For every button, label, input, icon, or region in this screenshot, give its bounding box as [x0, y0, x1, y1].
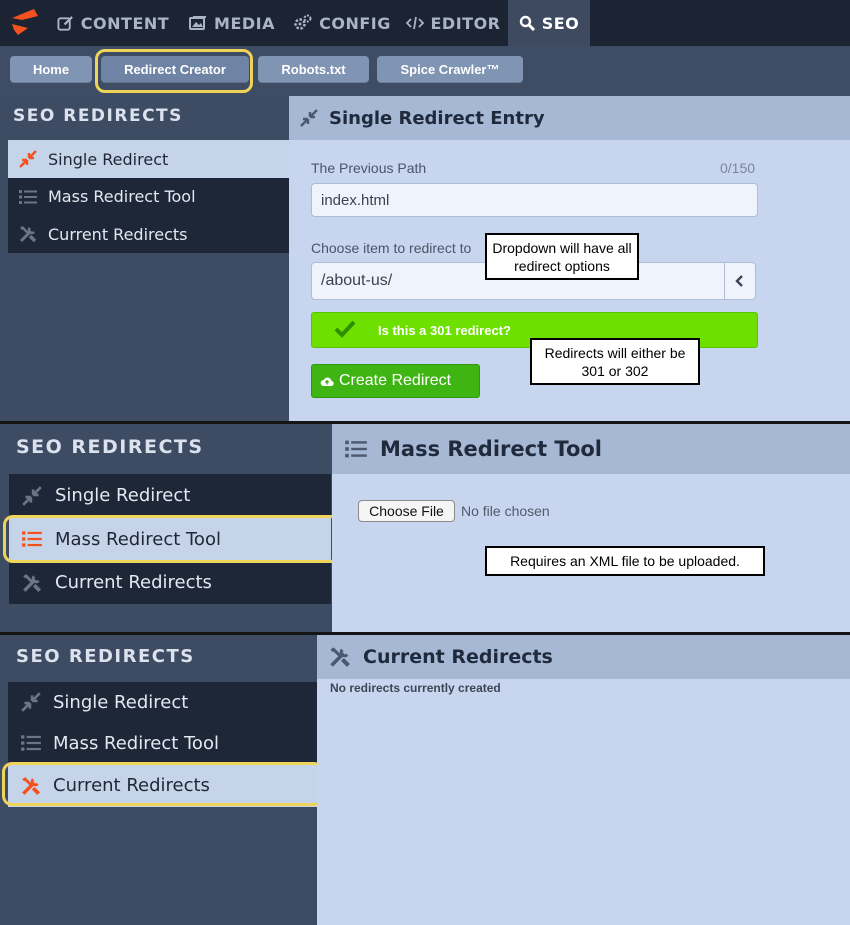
gears-icon	[294, 14, 312, 30]
choose-file-button[interactable]: Choose File	[358, 500, 455, 522]
nav-seo[interactable]: SEO	[508, 0, 590, 46]
check-icon	[334, 320, 356, 338]
page-title: Mass Redirect Tool	[380, 437, 603, 461]
panel-header: Single Redirect Entry	[289, 96, 850, 140]
redirect-target-label: Choose item to redirect to	[311, 240, 472, 256]
char-counter: 0/150	[720, 160, 756, 176]
sidebar-item-label: Current Redirects	[55, 572, 212, 593]
tools-icon	[9, 572, 55, 594]
compress-icon	[8, 149, 48, 169]
tools-icon	[8, 224, 48, 244]
sidebar-item-label: Current Redirects	[48, 224, 188, 244]
nav-media-label: MEDIA	[214, 13, 275, 33]
list-icon	[9, 528, 55, 550]
compress-icon	[289, 108, 329, 128]
sidebar-title: SEO REDIRECTS	[16, 646, 195, 667]
subtab-redirect-creator[interactable]: Redirect Creator	[101, 56, 249, 83]
nav-editor-label: EDITOR	[430, 13, 501, 33]
sidebar-item-mass-redirect[interactable]: Mass Redirect Tool	[8, 722, 317, 764]
nav-editor[interactable]: EDITOR	[404, 0, 502, 46]
create-redirect-label: Create Redirect	[339, 372, 452, 389]
annotation-dropdown: Dropdown will have all redirect options	[485, 233, 639, 280]
sidebar-item-mass-redirect[interactable]: Mass Redirect Tool	[9, 517, 331, 561]
annotation-redirect-type: Redirects will either be 301 or 302	[530, 338, 700, 385]
previous-path-label: The Previous Path	[311, 160, 427, 176]
sidebar-title: SEO REDIRECTS	[16, 436, 204, 458]
nav-seo-label: SEO	[541, 13, 580, 33]
subtab-robots-txt[interactable]: Robots.txt	[258, 56, 369, 83]
panel-header: Current Redirects	[317, 635, 850, 679]
panel-header: Mass Redirect Tool	[332, 424, 850, 474]
app-logo-icon[interactable]	[8, 6, 44, 38]
sidebar-item-label: Mass Redirect Tool	[53, 732, 219, 754]
sidebar-item-mass-redirect[interactable]: Mass Redirect Tool	[8, 178, 289, 215]
empty-state-text: No redirects currently created	[330, 681, 501, 695]
sidebar-menu-1: Single Redirect Mass Redirect Tool Curre…	[8, 140, 289, 253]
sidebar-item-single-redirect[interactable]: Single Redirect	[9, 474, 331, 517]
nav-content-label: CONTENT	[80, 13, 170, 33]
annotation-xml-required: Requires an XML file to be uploaded.	[485, 546, 765, 576]
subtab-spice-crawler[interactable]: Spice Crawler™	[377, 56, 523, 83]
page-title: Current Redirects	[363, 646, 553, 668]
sidebar-item-single-redirect[interactable]: Single Redirect	[8, 140, 289, 178]
file-status-text: No file chosen	[461, 503, 550, 519]
list-icon	[332, 437, 380, 461]
code-icon	[405, 16, 424, 30]
chevron-left-icon	[735, 275, 743, 287]
sidebar-item-label: Current Redirects	[53, 775, 210, 796]
sidebar-title: SEO REDIRECTS	[13, 106, 183, 126]
compress-icon	[9, 485, 55, 507]
edit-icon	[57, 15, 73, 31]
sidebar-menu-2: Single Redirect Mass Redirect Tool Curre…	[9, 474, 331, 604]
list-icon	[8, 732, 53, 754]
redirect-301-label: Is this a 301 redirect?	[378, 323, 511, 338]
search-icon	[519, 15, 535, 31]
sidebar-item-current-redirects[interactable]: Current Redirects	[9, 561, 331, 604]
compress-icon	[8, 691, 53, 713]
tools-icon	[317, 645, 363, 669]
previous-path-input[interactable]: index.html	[311, 183, 758, 217]
create-redirect-button[interactable]: Create Redirect	[311, 364, 480, 398]
sidebar-item-label: Mass Redirect Tool	[48, 187, 196, 206]
sidebar-item-label: Single Redirect	[48, 149, 169, 169]
list-icon	[8, 187, 48, 207]
top-nav-bar: CONTENT MEDIA CONFIG EDITOR SEO	[0, 0, 850, 46]
sidebar-item-current-redirects[interactable]: Current Redirects	[8, 215, 289, 253]
nav-content[interactable]: CONTENT	[54, 0, 172, 46]
sidebar-item-label: Single Redirect	[53, 691, 189, 713]
nav-config-label: CONFIG	[319, 13, 391, 33]
current-redirects-panel: Current Redirects	[317, 635, 850, 925]
sidebar-item-single-redirect[interactable]: Single Redirect	[8, 682, 317, 722]
image-icon	[189, 16, 207, 30]
sidebar-item-label: Single Redirect	[55, 485, 191, 506]
select-toggle-button[interactable]	[724, 262, 756, 300]
sidebar-item-current-redirects[interactable]: Current Redirects	[8, 764, 317, 807]
mass-redirect-panel: Mass Redirect Tool	[332, 424, 850, 632]
nav-media[interactable]: MEDIA	[184, 0, 280, 46]
sidebar-item-label: Mass Redirect Tool	[55, 528, 221, 550]
sidebar-menu-3: Single Redirect Mass Redirect Tool Curre…	[8, 682, 317, 807]
tools-icon	[8, 775, 53, 797]
subtab-home[interactable]: Home	[10, 56, 92, 83]
cloud-upload-icon	[320, 377, 334, 387]
page-title: Single Redirect Entry	[329, 107, 545, 129]
nav-config[interactable]: CONFIG	[290, 0, 394, 46]
